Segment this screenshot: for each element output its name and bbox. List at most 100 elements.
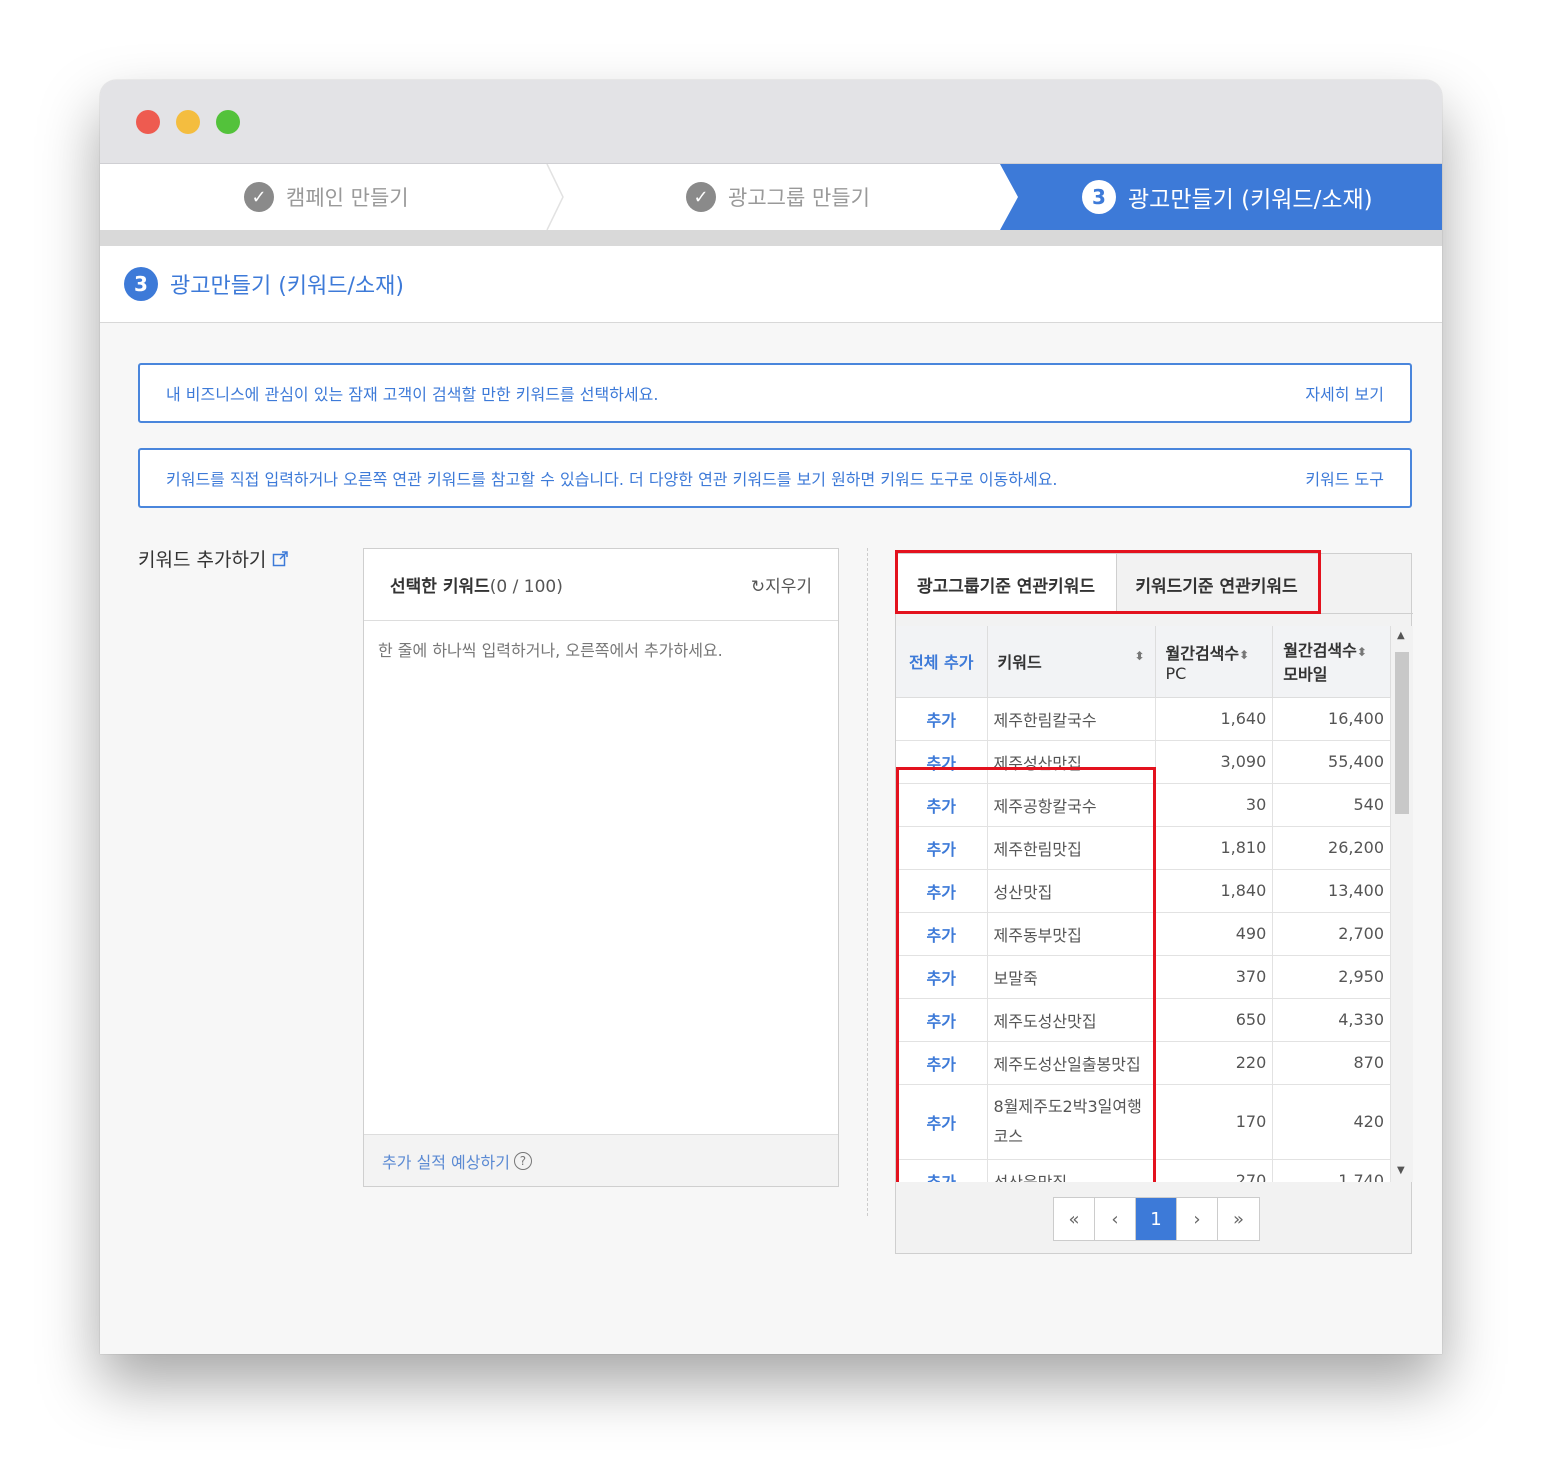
check-icon: ✓ xyxy=(244,182,274,212)
pc-header-sub: PC xyxy=(1165,663,1187,683)
table-row: 추가 제주공항칼국수 30 540 xyxy=(896,783,1391,827)
selected-keywords-title: 선택한 키워드 xyxy=(390,577,490,597)
first-page-button[interactable]: « xyxy=(1054,1198,1095,1240)
pc-count-cell: 30 xyxy=(1155,783,1274,827)
mobile-count-cell: 870 xyxy=(1272,1041,1391,1085)
add-keyword-button[interactable]: 추가 xyxy=(896,998,988,1042)
scroll-up-icon[interactable]: ▲ xyxy=(1397,630,1405,641)
table-header-row: 전체 추가 키워드 ⬍ 월간검색수⬍ PC 월간검색수⬍ 모바일 xyxy=(896,626,1391,698)
info-text: 키워드를 직접 입력하거나 오른쪽 연관 키워드를 참고할 수 있습니다. 더 … xyxy=(166,470,1058,489)
keyword-textarea[interactable]: 한 줄에 하나씩 입력하거나, 오른쪽에서 추가하세요. xyxy=(364,621,838,677)
add-all-button[interactable]: 전체 추가 xyxy=(896,626,988,698)
mobile-count-cell: 26,200 xyxy=(1272,826,1391,870)
section-title: 광고만들기 (키워드/소재) xyxy=(170,274,404,299)
mobile-search-column-header[interactable]: 월간검색수⬍ 모바일 xyxy=(1272,626,1391,698)
mobile-count-cell: 1,740 xyxy=(1272,1159,1391,1182)
mobile-count-cell: 13,400 xyxy=(1272,869,1391,913)
step-label: 캠페인 만들기 xyxy=(286,186,409,210)
step-number-badge: 3 xyxy=(1082,180,1116,214)
keyword-tool-link[interactable]: 키워드 도구 xyxy=(1305,466,1384,490)
keyword-cell: 보말죽 xyxy=(987,955,1156,999)
keyword-cell: 성산맛집 xyxy=(987,869,1156,913)
info-box-keyword-tool: 키워드를 직접 입력하거나 오른쪽 연관 키워드를 참고할 수 있습니다. 더 … xyxy=(138,448,1412,508)
keyword-add-label: 키워드 추가하기 xyxy=(138,545,289,572)
clear-button[interactable]: ↻지우기 xyxy=(751,572,812,597)
add-keyword-button[interactable]: 추가 xyxy=(896,955,988,999)
table-row: 추가 제주한림칼국수 1,640 16,400 xyxy=(896,697,1391,741)
table-row: 추가 8월제주도2박3일여행코스 170 420 xyxy=(896,1084,1391,1160)
step-campaign[interactable]: ✓ 캠페인 만들기 xyxy=(244,164,409,230)
pc-count-cell: 1,640 xyxy=(1155,697,1274,741)
last-page-button[interactable]: » xyxy=(1218,1198,1259,1240)
pc-count-cell: 1,840 xyxy=(1155,869,1274,913)
browser-window: ✓ 캠페인 만들기 ✓ 광고그룹 만들기 3 광고만들기 (키워드/소재) 3 … xyxy=(100,80,1442,1354)
mobile-count-cell: 420 xyxy=(1272,1084,1391,1160)
maximize-window-button[interactable] xyxy=(216,110,240,134)
table-row: 추가 제주성산맛집 3,090 55,400 xyxy=(896,740,1391,784)
info-text: 내 비즈니스에 관심이 있는 잠재 고객이 검색할 만한 키워드를 선택하세요. xyxy=(166,385,659,404)
table-row: 추가 보말죽 370 2,950 xyxy=(896,955,1391,999)
close-window-button[interactable] xyxy=(136,110,160,134)
mobile-header-sub: 모바일 xyxy=(1283,665,1328,685)
pc-search-column-header[interactable]: 월간검색수⬍ PC xyxy=(1155,626,1274,698)
scroll-down-icon[interactable]: ▼ xyxy=(1397,1165,1405,1176)
tab-keyword-related[interactable]: 키워드기준 연관키워드 xyxy=(1116,554,1316,614)
help-icon[interactable]: ? xyxy=(513,1151,532,1170)
sort-icon: ⬍ xyxy=(1134,649,1145,664)
pc-count-cell: 220 xyxy=(1155,1041,1274,1085)
related-keywords-tabs: 광고그룹기준 연관키워드 키워드기준 연관키워드 xyxy=(895,550,1413,614)
external-link-icon[interactable] xyxy=(272,550,289,567)
table-row: 추가 제주한림맛집 1,810 26,200 xyxy=(896,826,1391,870)
add-keyword-button[interactable]: 추가 xyxy=(896,697,988,741)
mobile-count-cell: 2,950 xyxy=(1272,955,1391,999)
keyword-cell: 제주도성산일출봉맛집 xyxy=(987,1041,1156,1085)
add-keyword-button[interactable]: 추가 xyxy=(896,1041,988,1085)
title-bar xyxy=(100,80,1442,164)
add-keyword-button[interactable]: 추가 xyxy=(896,869,988,913)
pc-count-cell: 1,810 xyxy=(1155,826,1274,870)
step-adgroup[interactable]: ✓ 광고그룹 만들기 xyxy=(686,164,870,230)
minimize-window-button[interactable] xyxy=(176,110,200,134)
keyword-column-header[interactable]: 키워드 ⬍ xyxy=(987,626,1156,698)
prev-page-button[interactable]: ‹ xyxy=(1095,1198,1136,1240)
keyword-cell: 성산읍맛집 xyxy=(987,1159,1156,1182)
details-link[interactable]: 자세히 보기 xyxy=(1305,381,1384,405)
pc-count-cell: 650 xyxy=(1155,998,1274,1042)
add-keyword-button[interactable]: 추가 xyxy=(896,912,988,956)
next-page-button[interactable]: › xyxy=(1177,1198,1218,1240)
add-keyword-button[interactable]: 추가 xyxy=(896,1084,988,1160)
keyword-header-label: 키워드 xyxy=(997,653,1042,673)
mobile-count-cell: 16,400 xyxy=(1272,697,1391,741)
main-content: 내 비즈니스에 관심이 있는 잠재 고객이 검색할 만한 키워드를 선택하세요.… xyxy=(100,323,1442,1354)
add-keyword-button[interactable]: 추가 xyxy=(896,1159,988,1182)
table-row: 추가 성산읍맛집 270 1,740 xyxy=(896,1159,1391,1182)
tab-adgroup-related[interactable]: 광고그룹기준 연관키워드 xyxy=(896,554,1116,614)
selected-keywords-count: (0 / 100) xyxy=(489,577,563,597)
add-keyword-button[interactable]: 추가 xyxy=(896,740,988,784)
info-box-intro: 내 비즈니스에 관심이 있는 잠재 고객이 검색할 만한 키워드를 선택하세요.… xyxy=(138,363,1412,423)
keyword-cell: 제주동부맛집 xyxy=(987,912,1156,956)
step-number-badge: 3 xyxy=(124,267,158,301)
mobile-count-cell: 4,330 xyxy=(1272,998,1391,1042)
check-icon: ✓ xyxy=(686,182,716,212)
table-row: 추가 제주도성산일출봉맛집 220 870 xyxy=(896,1041,1391,1085)
sort-icon: ⬍ xyxy=(1356,645,1367,660)
step-label: 광고그룹 만들기 xyxy=(728,186,870,210)
keyword-cell: 제주성산맛집 xyxy=(987,740,1156,784)
scroll-thumb[interactable] xyxy=(1395,652,1409,814)
divider-bar xyxy=(100,230,1442,246)
estimate-footer: 추가 실적 예상하기 ? xyxy=(364,1134,838,1186)
pc-count-cell: 3,090 xyxy=(1155,740,1274,784)
table-row: 추가 제주동부맛집 490 2,700 xyxy=(896,912,1391,956)
add-keyword-button[interactable]: 추가 xyxy=(896,783,988,827)
estimate-link[interactable]: 추가 실적 예상하기 xyxy=(382,1149,510,1173)
keyword-cell: 제주공항칼국수 xyxy=(987,783,1156,827)
step-ad-active[interactable]: 3 광고만들기 (키워드/소재) xyxy=(1000,164,1442,230)
table-row: 추가 성산맛집 1,840 13,400 xyxy=(896,869,1391,913)
table-scrollbar[interactable]: ▲ ▼ xyxy=(1391,626,1413,1182)
add-keyword-button[interactable]: 추가 xyxy=(896,826,988,870)
mobile-count-cell: 2,700 xyxy=(1272,912,1391,956)
keyword-cell: 제주한림맛집 xyxy=(987,826,1156,870)
page-1-button[interactable]: 1 xyxy=(1136,1198,1177,1240)
pc-count-cell: 370 xyxy=(1155,955,1274,999)
